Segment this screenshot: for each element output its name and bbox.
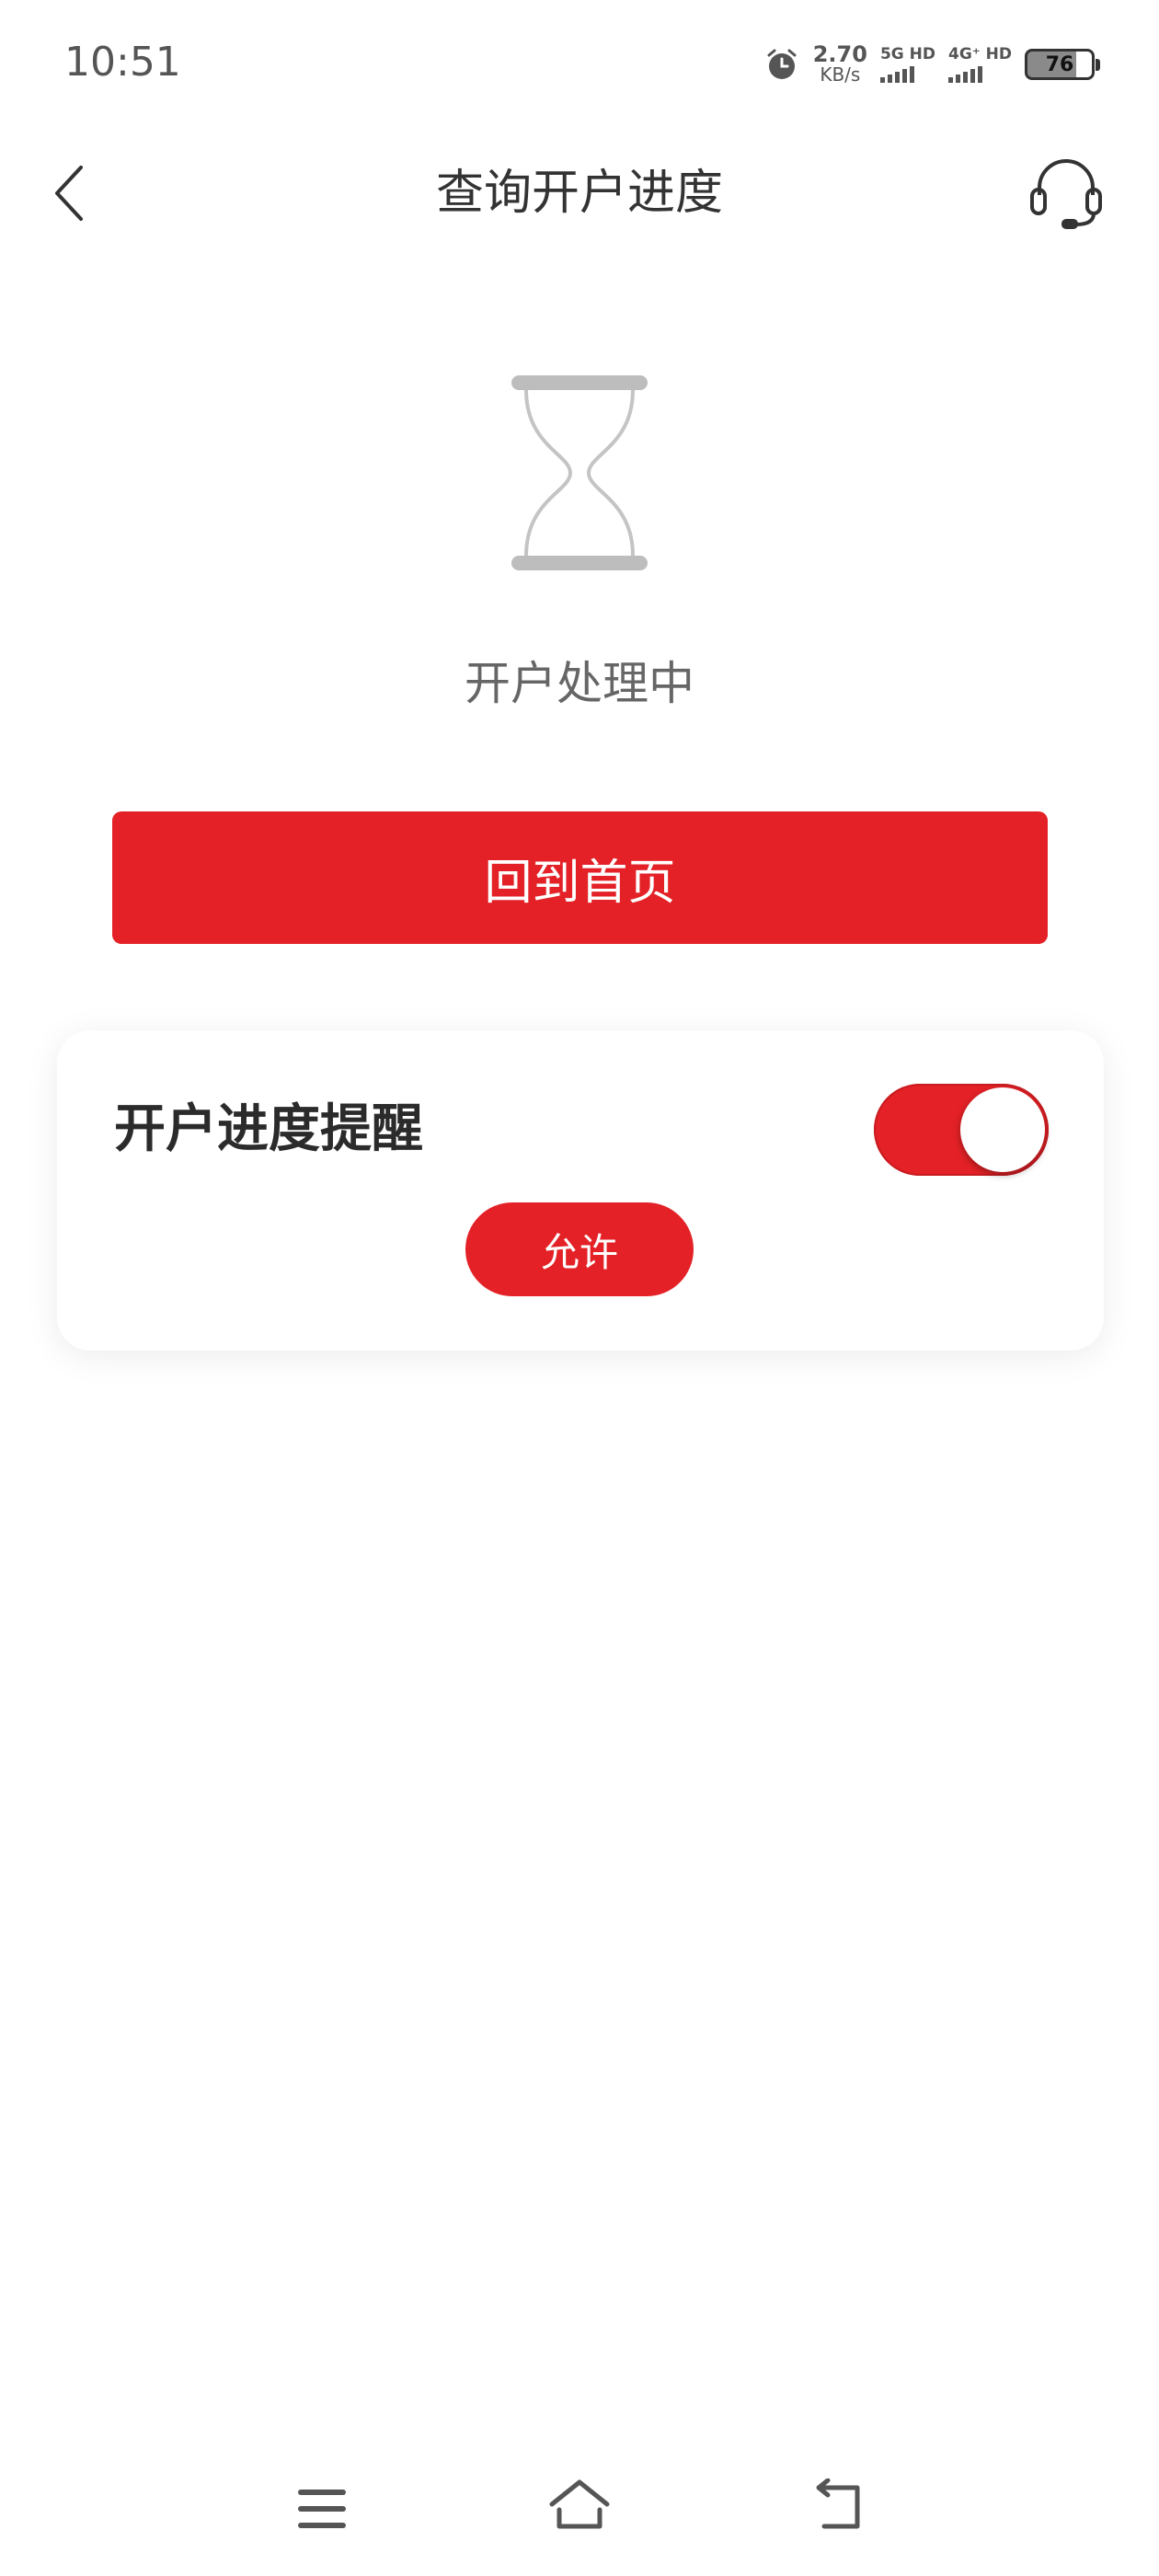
signal-4g: 4G⁺ HD xyxy=(947,45,1012,83)
hourglass-icon xyxy=(506,372,653,574)
signal-5g: 5G HD xyxy=(879,45,935,83)
alarm-icon xyxy=(767,49,797,79)
account-status-text: 开户处理中 xyxy=(465,657,694,710)
signal-4g-label: 4G⁺ HD xyxy=(947,45,1012,63)
reminder-card xyxy=(57,1030,1104,1351)
headset-icon xyxy=(1030,159,1102,229)
network-speed-value: 2.70 xyxy=(812,41,867,67)
toggle-knob xyxy=(960,1087,1045,1172)
customer-service-button[interactable] xyxy=(1027,153,1106,232)
reminder-card-title: 开户进度提醒 xyxy=(114,1099,423,1159)
back-arrow-icon xyxy=(816,2478,860,2529)
network-speed-unit: KB/s xyxy=(820,63,861,86)
reminder-toggle[interactable] xyxy=(874,1084,1049,1176)
status-icons: 2.70 KB/s 5G HD 4G⁺ HD 76 xyxy=(763,37,1100,92)
signal-bars-icon xyxy=(879,66,914,83)
nav-home-button[interactable] xyxy=(546,2477,613,2532)
signal-5g-label: 5G HD xyxy=(879,45,935,63)
status-time: 10:51 xyxy=(64,39,181,86)
home-icon xyxy=(549,2479,610,2529)
page-title: 查询开户进度 xyxy=(435,166,723,221)
menu-icon xyxy=(298,2490,346,2528)
nav-menu-button[interactable] xyxy=(296,2486,348,2532)
battery-icon: 76 xyxy=(1025,49,1100,80)
signal-bars-icon xyxy=(947,66,982,83)
allow-button[interactable]: 允许 xyxy=(465,1202,694,1296)
network-speed: 2.70 KB/s xyxy=(812,41,867,86)
nav-back-button[interactable] xyxy=(809,2478,868,2532)
battery-level: 76 xyxy=(1045,52,1074,76)
back-to-home-button[interactable]: 回到首页 xyxy=(112,811,1048,944)
